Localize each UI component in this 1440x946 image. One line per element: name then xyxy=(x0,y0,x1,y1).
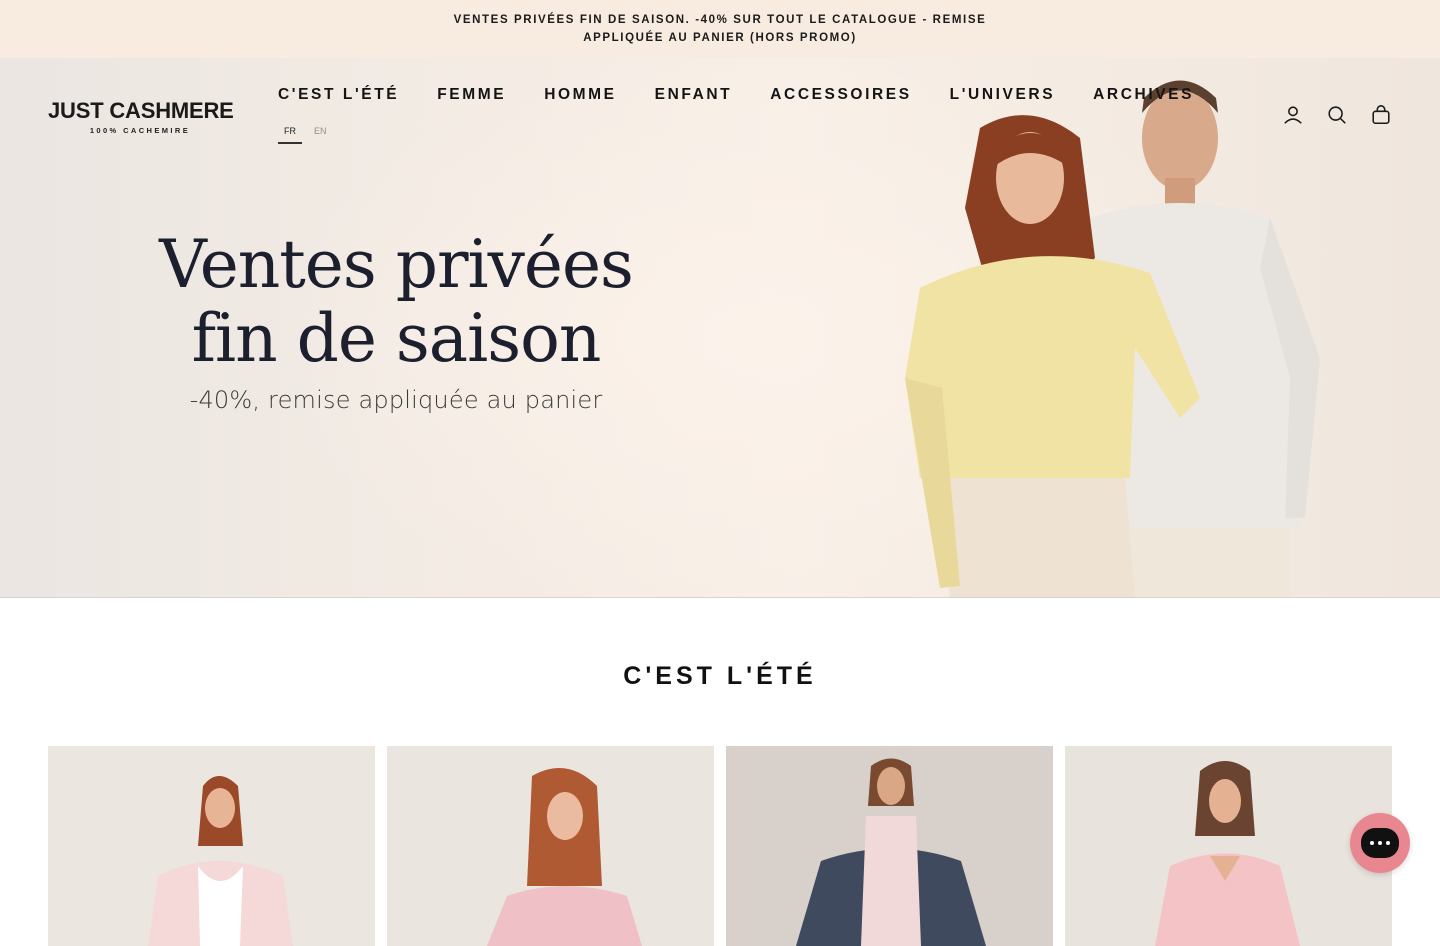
header-icons xyxy=(1282,104,1392,126)
announcement-bar: VENTES PRIVÉES FIN DE SAISON. -40% SUR T… xyxy=(0,0,1440,58)
nav-item-enfant[interactable]: ENFANT xyxy=(655,86,733,104)
chat-bubble-icon xyxy=(1361,828,1399,858)
hero-subtitle: -40%, remise appliquée au panier xyxy=(189,386,603,414)
search-icon[interactable] xyxy=(1326,104,1348,126)
brand-name: JUST CASHMERE xyxy=(48,98,234,123)
brand-logo[interactable]: JUST CASHMERE 100% CACHEMIRE xyxy=(48,98,240,135)
announcement-text: VENTES PRIVÉES FIN DE SAISON. -40% SUR T… xyxy=(453,14,987,44)
nav-item-femme[interactable]: FEMME xyxy=(437,86,506,104)
nav-item-homme[interactable]: HOMME xyxy=(544,86,616,104)
brand-tagline: 100% CACHEMIRE xyxy=(89,126,191,135)
product-image xyxy=(1065,746,1392,946)
nav-item-cest-lete[interactable]: C'EST L'ÉTÉ xyxy=(278,86,399,104)
hero-headline: Ventes privées fin de saison -40%, remis… xyxy=(146,226,646,415)
lang-fr[interactable]: FR xyxy=(278,126,302,144)
hero-title-line2: fin de saison xyxy=(191,300,602,377)
lang-en[interactable]: EN xyxy=(314,126,327,144)
product-card[interactable] xyxy=(387,746,714,946)
product-grid xyxy=(48,746,1392,946)
language-switcher: FR EN xyxy=(278,126,327,144)
product-card[interactable] xyxy=(1065,746,1392,946)
product-image xyxy=(387,746,714,946)
hero-title-line1: Ventes privées xyxy=(159,226,634,303)
main-nav: C'EST L'ÉTÉ FEMME HOMME ENFANT ACCESSOIR… xyxy=(278,86,1232,104)
section-title: C'EST L'ÉTÉ xyxy=(623,662,817,690)
product-image xyxy=(726,746,1053,946)
product-card[interactable] xyxy=(48,746,375,946)
product-image xyxy=(48,746,375,946)
nav-item-lunivers[interactable]: L'UNIVERS xyxy=(950,86,1055,104)
account-icon[interactable] xyxy=(1282,104,1304,126)
nav-item-accessoires[interactable]: ACCESSOIRES xyxy=(770,86,911,104)
chat-button[interactable] xyxy=(1350,813,1410,873)
product-card[interactable] xyxy=(726,746,1053,946)
hero-banner[interactable]: JUST CASHMERE 100% CACHEMIRE C'EST L'ÉTÉ… xyxy=(0,58,1440,598)
hero-models-image xyxy=(905,80,1320,597)
nav-item-archives[interactable]: ARCHIVES xyxy=(1093,86,1194,104)
cart-icon[interactable] xyxy=(1370,104,1392,126)
